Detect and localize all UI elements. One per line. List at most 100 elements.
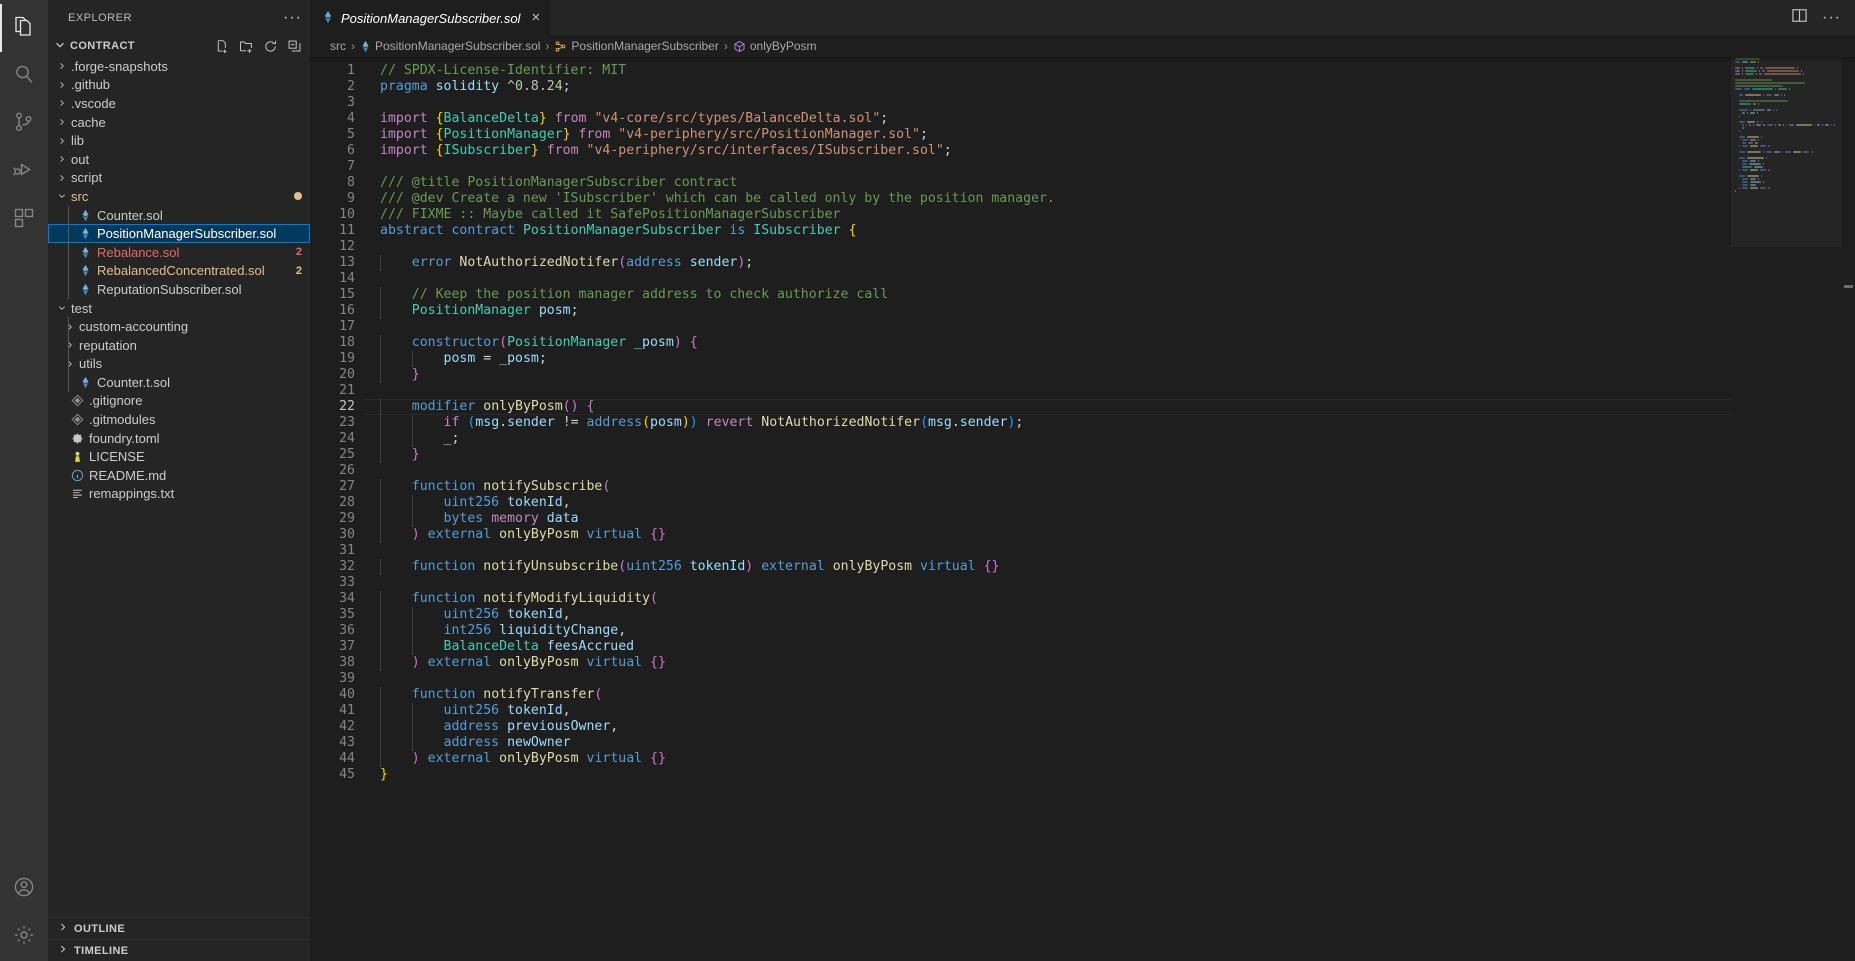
code-line[interactable]: // Keep the position manager address to … xyxy=(364,287,1855,303)
activity-bar-item-manage[interactable] xyxy=(0,913,48,961)
tree-folder-lib[interactable]: lib xyxy=(48,131,310,150)
code-line[interactable]: function notifyTransfer( xyxy=(364,687,1855,703)
code-line[interactable]: /// @dev Create a new 'ISubscriber' whic… xyxy=(364,191,1855,207)
overview-ruler[interactable] xyxy=(1841,57,1855,961)
tree-file-readme-md[interactable]: README.md xyxy=(48,466,310,485)
code-line[interactable]: uint256 tokenId, xyxy=(364,607,1855,623)
code-line[interactable]: uint256 tokenId, xyxy=(364,703,1855,719)
panel-timeline[interactable]: TIMELINE xyxy=(48,939,310,961)
code-line[interactable]: /// FIXME :: Maybe called it SafePositio… xyxy=(364,207,1855,223)
tab-position-manager-subscriber[interactable]: PositionManagerSubscriber.sol × xyxy=(310,0,551,35)
code-line[interactable] xyxy=(364,239,1855,255)
tree-folder-utils[interactable]: utils xyxy=(48,354,310,374)
activity-bar-item-explorer[interactable] xyxy=(0,4,48,52)
activity-bar-item-source-control[interactable] xyxy=(0,100,48,148)
code-line[interactable]: error NotAuthorizedNotifer(address sende… xyxy=(364,255,1855,271)
file-tree[interactable]: .forge-snapshots .github .vscode cache lib ou… xyxy=(48,57,310,917)
code-line[interactable] xyxy=(364,95,1855,111)
explorer-section-header-contract[interactable]: CONTRACT xyxy=(48,35,310,57)
collapse-all-icon[interactable] xyxy=(287,39,302,54)
code-line[interactable]: address newOwner xyxy=(364,735,1855,751)
code-line[interactable]: function notifyUnsubscribe(uint256 token… xyxy=(364,559,1855,575)
tree-folder-src[interactable]: src xyxy=(48,187,310,206)
tree-file-positionmanagersubscriber-sol[interactable]: PositionManagerSubscriber.sol xyxy=(48,224,310,243)
activity-bar-item-accounts[interactable] xyxy=(0,865,48,913)
code-line[interactable] xyxy=(364,271,1855,287)
tree-folder-script[interactable]: script xyxy=(48,169,310,188)
code-line[interactable]: int256 liquidityChange, xyxy=(364,623,1855,639)
code-line[interactable]: pragma solidity ^0.8.24; xyxy=(364,79,1855,95)
activity-bar-item-run-and-debug[interactable] xyxy=(0,148,48,196)
code-line[interactable]: abstract contract PositionManagerSubscri… xyxy=(364,223,1855,239)
more-actions-icon[interactable]: ··· xyxy=(1822,9,1841,25)
code-line[interactable] xyxy=(364,383,1855,399)
code-line[interactable]: constructor(PositionManager _posm) { xyxy=(364,335,1855,351)
code-line[interactable]: /// @title PositionManagerSubscriber con… xyxy=(364,175,1855,191)
code-line[interactable]: import {BalanceDelta} from "v4-core/src/… xyxy=(364,111,1855,127)
tree-folder-vscode[interactable]: .vscode xyxy=(48,94,310,113)
code-line[interactable]: posm = _posm; xyxy=(364,351,1855,367)
code-line[interactable]: function notifyModifyLiquidity( xyxy=(364,591,1855,607)
sidebar-more-actions-icon[interactable]: ··· xyxy=(283,9,302,25)
code-token: ( xyxy=(649,591,658,606)
code-line[interactable]: address previousOwner, xyxy=(364,719,1855,735)
tree-folder-reputation[interactable]: reputation xyxy=(48,335,310,355)
tree-file-rebalancedconcentrated-sol[interactable]: RebalancedConcentrated.sol 2 xyxy=(48,261,310,281)
breadcrumb-item-positionmanagersubscriber[interactable]: PositionManagerSubscriber xyxy=(554,39,719,53)
code-line[interactable] xyxy=(364,575,1855,591)
code-line[interactable]: // SPDX-License-Identifier: MIT xyxy=(364,63,1855,79)
tree-folder-cache[interactable]: cache xyxy=(48,113,310,132)
breadcrumb-item-onlybyposm[interactable]: onlyByPosm xyxy=(733,39,817,53)
tree-file-gitmodules[interactable]: .gitmodules xyxy=(48,410,310,429)
tree-file-gitignore[interactable]: .gitignore xyxy=(48,392,310,411)
code-line[interactable]: uint256 tokenId, xyxy=(364,495,1855,511)
code-line[interactable]: import {PositionManager} from "v4-periph… xyxy=(364,127,1855,143)
code-line[interactable]: BalanceDelta feesAccrued xyxy=(364,639,1855,655)
tree-file-reputationsubscriber-sol[interactable]: ReputationSubscriber.sol xyxy=(48,280,310,299)
close-icon[interactable]: × xyxy=(531,10,540,25)
code-line[interactable]: bytes memory data xyxy=(364,511,1855,527)
editor-body[interactable]: 1 2 3 4 5 6 7 8 9 10 11 12 13 14 15 16 17 18 19 20 21 22 23 24 2… xyxy=(310,57,1855,961)
activity-bar-item-extensions[interactable] xyxy=(0,196,48,244)
code-line[interactable] xyxy=(364,543,1855,559)
code-line[interactable]: modifier onlyByPosm() { xyxy=(364,399,1855,415)
refresh-icon[interactable] xyxy=(263,39,278,54)
tree-file-counter-t-sol[interactable]: Counter.t.sol xyxy=(48,373,310,392)
code-line[interactable] xyxy=(364,319,1855,335)
tree-file-counter-sol[interactable]: Counter.sol xyxy=(48,205,310,225)
code-line[interactable]: ) external onlyByPosm virtual {} xyxy=(364,751,1855,767)
code-line[interactable]: } xyxy=(364,447,1855,463)
tree-folder-test[interactable]: test xyxy=(48,299,310,318)
tree-file-license[interactable]: LICENSE xyxy=(48,447,310,466)
code-line[interactable] xyxy=(364,671,1855,687)
breadcrumb-item-positionmanagersubscriber-sol[interactable]: PositionManagerSubscriber.sol xyxy=(360,39,540,53)
explorer-section-label: CONTRACT xyxy=(70,40,135,52)
tree-file-remappings-txt[interactable]: remappings.txt xyxy=(48,485,310,504)
tree-folder-forge-snapshots[interactable]: .forge-snapshots xyxy=(48,57,310,76)
code-line[interactable]: _; xyxy=(364,431,1855,447)
code-line[interactable]: ) external onlyByPosm virtual {} xyxy=(364,655,1855,671)
code-line[interactable] xyxy=(364,159,1855,175)
breadcrumb[interactable]: src › PositionManagerSubscriber.sol › Positi… xyxy=(310,35,1855,57)
code-line[interactable]: } xyxy=(364,767,1855,783)
code-line[interactable]: if (msg.sender != address(posm)) revert … xyxy=(364,415,1855,431)
tree-file-foundry-toml[interactable]: foundry.toml xyxy=(48,429,310,448)
code-line[interactable] xyxy=(364,463,1855,479)
tree-folder-github[interactable]: .github xyxy=(48,76,310,95)
code-line[interactable]: function notifySubscribe( xyxy=(364,479,1855,495)
code-view[interactable]: 1 2 3 4 5 6 7 8 9 10 11 12 13 14 15 16 17 18 19 20 21 22 23 24 2… xyxy=(310,57,1855,961)
new-file-icon[interactable] xyxy=(215,39,230,54)
tree-file-rebalance-sol[interactable]: Rebalance.sol 2 xyxy=(48,242,310,262)
tree-folder-out[interactable]: out xyxy=(48,150,310,169)
activity-bar-item-search[interactable] xyxy=(0,52,48,100)
new-folder-icon[interactable] xyxy=(239,39,254,54)
code-line[interactable]: } xyxy=(364,367,1855,383)
code-line[interactable]: PositionManager posm; xyxy=(364,303,1855,319)
breadcrumb-item-src[interactable]: src xyxy=(330,39,346,53)
split-editor-right-icon[interactable] xyxy=(1791,7,1808,29)
tree-folder-custom-accounting[interactable]: custom-accounting xyxy=(48,317,310,336)
code-content[interactable]: // SPDX-License-Identifier: MIT pragma so… xyxy=(364,57,1855,961)
code-line[interactable]: ) external onlyByPosm virtual {} xyxy=(364,527,1855,543)
panel-outline[interactable]: OUTLINE xyxy=(48,917,310,939)
code-line[interactable]: import {ISubscriber} from "v4-periphery/… xyxy=(364,143,1855,159)
